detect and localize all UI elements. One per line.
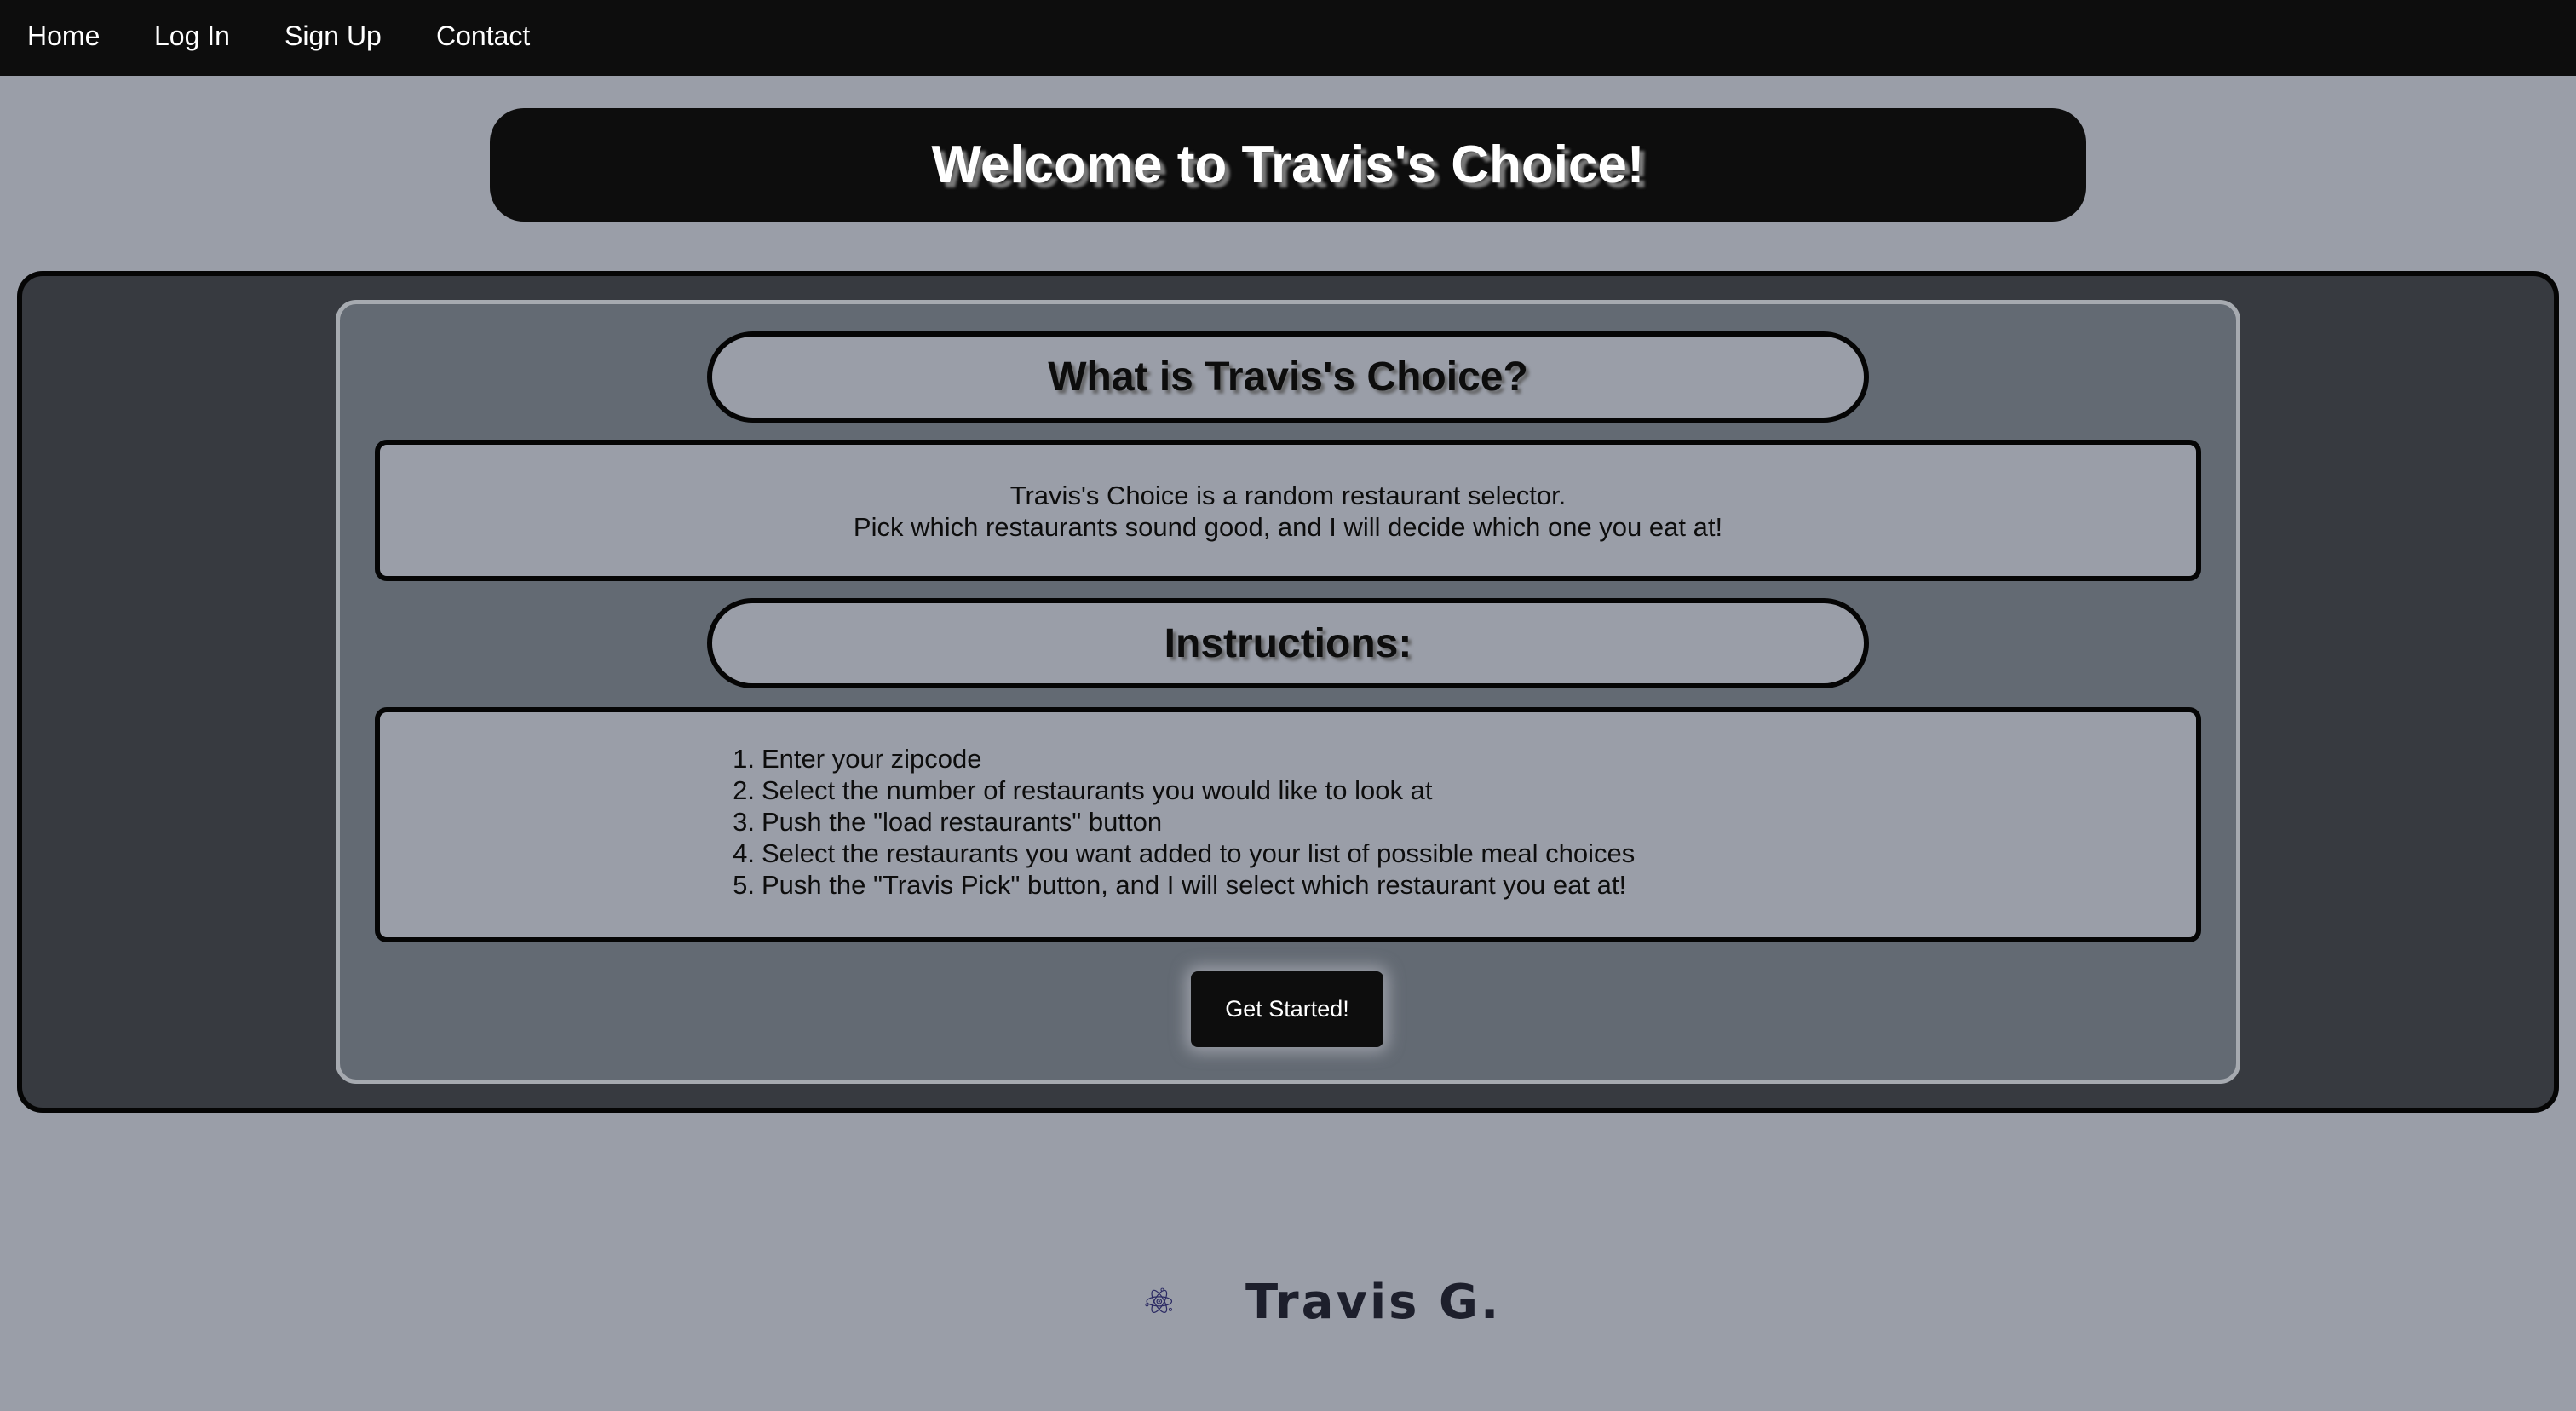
step-text: Select the restaurants you want added to… [762, 838, 1636, 868]
instructions-list: 1. Enter your zipcode 2. Select the number… [721, 743, 1635, 901]
step-text: Enter your zipcode [762, 744, 982, 774]
top-nav: Home Log In Sign Up Contact [0, 0, 2576, 76]
step-number: 3. [733, 807, 755, 837]
about-line-2: Pick which restaurants sound good, and I… [853, 512, 1723, 542]
nav-login-link[interactable]: Log In [154, 19, 230, 53]
step-number: 2. [733, 775, 755, 805]
instructions-heading: Instructions: [1164, 620, 1412, 666]
instruction-step: 1. Enter your zipcode [721, 743, 1635, 775]
step-text: Select the number of restaurants you wou… [762, 775, 1433, 805]
about-description-box: Travis's Choice is a random restaurant s… [375, 440, 2201, 581]
about-heading: What is Travis's Choice? [1048, 354, 1528, 400]
atom-icon [1145, 1287, 1173, 1313]
instructions-heading-pill: Instructions: [707, 598, 1869, 688]
step-number: 5. [733, 870, 755, 900]
footer-logo-text: Travis G. [1245, 1275, 1502, 1330]
nav-contact-link[interactable]: Contact [436, 19, 530, 53]
step-number: 4. [733, 838, 755, 868]
nav-home-link[interactable]: Home [27, 19, 100, 53]
about-heading-pill: What is Travis's Choice? [707, 331, 1869, 423]
instructions-box: 1. Enter your zipcode 2. Select the number… [375, 707, 2201, 942]
instruction-step: 2. Select the number of restaurants you w… [721, 775, 1635, 806]
step-text: Push the "load restaurants" button [762, 807, 1163, 837]
instruction-step: 5. Push the "Travis Pick" button, and I w… [721, 869, 1635, 901]
welcome-banner: Welcome to Travis's Choice! [490, 108, 2086, 222]
instruction-step: 3. Push the "load restaurants" button [721, 806, 1635, 838]
about-line-1: Travis's Choice is a random restaurant s… [1009, 481, 1567, 510]
instruction-step: 4. Select the restaurants you want added … [721, 838, 1635, 869]
step-number: 1. [733, 744, 755, 774]
page-title: Welcome to Travis's Choice! [931, 135, 1645, 194]
get-started-button[interactable]: Get Started! [1191, 971, 1383, 1047]
step-text: Push the "Travis Pick" button, and I wil… [762, 870, 1627, 900]
nav-signup-link[interactable]: Sign Up [285, 19, 382, 53]
